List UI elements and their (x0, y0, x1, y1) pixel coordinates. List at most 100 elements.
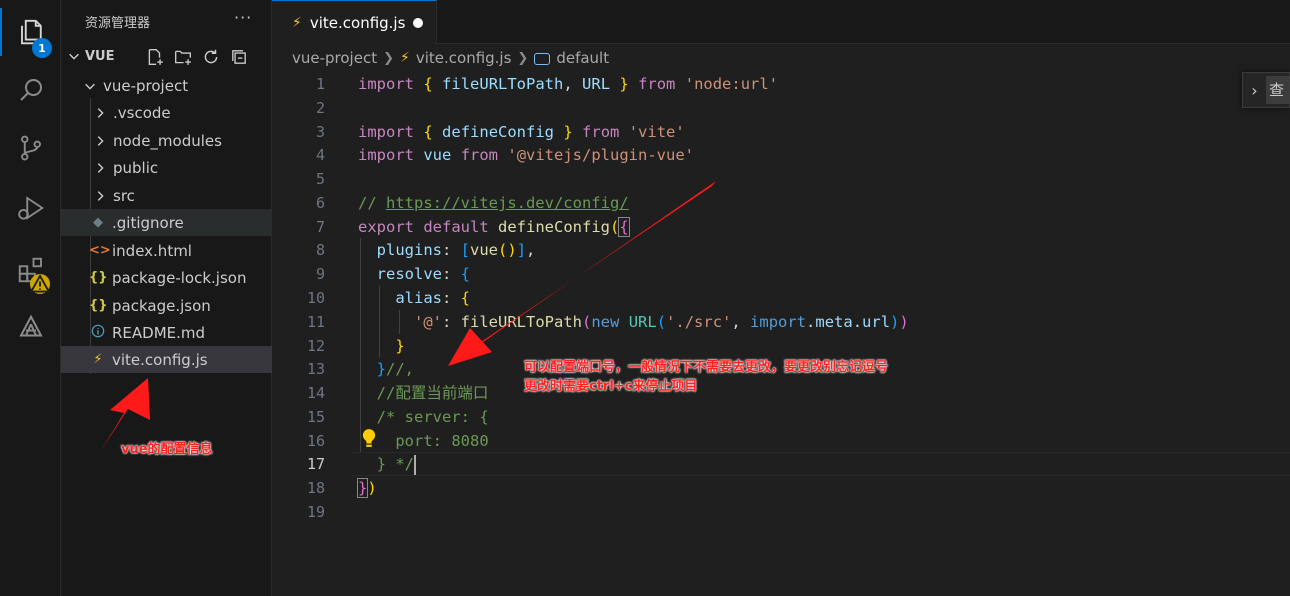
code-line-3: import { defineConfig } from 'vite' (358, 123, 685, 141)
code-line-4: import vue from '@vitejs/plugin-vue' (358, 146, 694, 164)
annotation-editor-note-2: 更改时需要ctrl+c来停止项目 (524, 379, 698, 394)
source-control-icon[interactable] (0, 124, 61, 172)
breadcrumb-symbol[interactable]: default (556, 49, 609, 67)
chevron-right-icon (97, 135, 104, 146)
line-number: 18 (306, 479, 325, 497)
code-line-18: }) (356, 478, 377, 498)
tree-item-readme[interactable]: README.md (61, 319, 272, 346)
code-line-15: /* server: { (376, 408, 489, 426)
code-line-1: import { fileURLToPath, URL } from 'node… (358, 75, 779, 93)
vite-file-icon: ⚡ (93, 352, 103, 367)
warning-icon (30, 273, 50, 294)
extensions-icon[interactable] (0, 246, 61, 294)
gitignore-file-icon: ◆ (93, 215, 103, 230)
line-number: 6 (315, 194, 325, 212)
code-line-7: export default defineConfig({ (358, 217, 630, 237)
tree-item-label: .vscode (113, 103, 171, 122)
line-number: 1 (315, 75, 325, 93)
code-line-11: '@': fileURLToPath(new URL('./src', impo… (414, 313, 909, 331)
tree-item-label: vue-project (103, 76, 189, 95)
line-number: 19 (306, 503, 325, 521)
tree-item-label: README.md (112, 323, 206, 342)
find-widget[interactable]: › 查 (1242, 72, 1290, 108)
annotation-editor-note-1: 可以配置端口号，一般情况下不需要去更改，要更改别忘记逗号 (524, 360, 889, 375)
line-number: 8 (315, 241, 325, 259)
tree-item-package-json[interactable]: {} package.json (61, 292, 272, 319)
tree-item-vite-config-js[interactable]: ⚡ vite.config.js (61, 346, 272, 373)
tab-vite-config-js[interactable]: ⚡ vite.config.js (272, 0, 437, 44)
current-line-highlight (352, 452, 1290, 476)
tree-item-package-lock-json[interactable]: {} package-lock.json (61, 264, 272, 291)
tree-item-src[interactable]: src (61, 182, 272, 209)
vite-file-icon: ⚡ (292, 14, 302, 31)
tree-item-index-html[interactable]: <> index.html (61, 237, 272, 264)
tree-item-label: .gitignore (112, 213, 184, 232)
unsaved-dot-icon[interactable] (413, 18, 423, 28)
tree-item-gitignore[interactable]: ◆ .gitignore (61, 209, 272, 236)
new-folder-icon[interactable] (173, 47, 193, 67)
breadcrumb-folder[interactable]: vue-project (292, 49, 377, 67)
tree-item-node-modules[interactable]: node_modules (61, 127, 272, 154)
line-number: 4 (315, 146, 325, 164)
line-number: 14 (306, 384, 325, 402)
line-number: 12 (306, 337, 325, 355)
vite-file-icon: ⚡ (400, 50, 410, 66)
code-line-16: port: 8080 (395, 432, 489, 450)
explorer-icon[interactable]: 1 (0, 8, 61, 58)
sidebar-title: 资源管理器 (85, 16, 151, 31)
code-line-12: } (395, 337, 405, 355)
tree-item-vue-project[interactable]: vue-project (61, 72, 272, 99)
tree-item-label: public (113, 158, 159, 177)
remote-explorer-icon[interactable] (0, 304, 61, 352)
tab-label: vite.config.js (309, 13, 406, 32)
code-line-14: //配置当前端口 (376, 384, 489, 402)
editor-tab-bar: ⚡ vite.config.js (272, 0, 1290, 44)
code-line-13: }//, (376, 360, 415, 378)
line-number: 10 (306, 289, 325, 307)
new-file-icon[interactable] (145, 47, 165, 67)
chevron-down-icon (69, 53, 79, 60)
line-number: 9 (315, 265, 325, 283)
line-number: 11 (306, 313, 325, 331)
chevron-down-icon (85, 83, 95, 90)
text-cursor (414, 454, 416, 475)
refresh-icon[interactable] (201, 47, 221, 67)
line-number: 13 (306, 360, 325, 378)
chevron-right-icon[interactable]: › (1243, 81, 1266, 100)
tree-item-label: package.json (112, 296, 211, 315)
html-file-icon: <> (89, 243, 111, 258)
code-line-6: // https://vitejs.dev/config/ (358, 194, 629, 212)
line-number: 3 (315, 123, 325, 141)
explorer-sidebar: 资源管理器 ··· VUE vue-project .vscode node_m… (61, 0, 272, 596)
explorer-badge: 1 (32, 38, 52, 58)
json-file-icon: {} (89, 270, 108, 285)
more-actions-icon[interactable]: ··· (234, 8, 252, 27)
workspace-label: VUE (85, 49, 115, 64)
activity-bar: 1 (0, 0, 61, 596)
json-file-icon: {} (89, 298, 108, 313)
tree-item-public[interactable]: public (61, 154, 272, 181)
collapse-all-icon[interactable] (229, 47, 249, 67)
line-number: 5 (315, 170, 325, 188)
line-number: 2 (315, 99, 325, 117)
code-line-17: } */ (376, 454, 416, 475)
chevron-right-icon (97, 162, 104, 173)
breadcrumb: vue-project ❯ ⚡ vite.config.js ❯ default (272, 44, 1290, 72)
symbol-variable-icon (534, 53, 551, 65)
tree-item-label: index.html (112, 241, 192, 260)
code-line-8: plugins: [vue()], (376, 241, 536, 259)
tree-item-label: node_modules (113, 131, 222, 150)
find-input[interactable]: 查 (1265, 76, 1289, 104)
chevron-right-icon (97, 107, 104, 118)
run-debug-icon[interactable] (0, 184, 61, 232)
code-editor[interactable]: 1 2 3 4 5 6 7 8 9 10 11 12 13 14 15 16 1… (272, 72, 1290, 596)
search-icon[interactable] (0, 66, 61, 114)
line-number: 16 (306, 432, 325, 450)
tree-item-vscode[interactable]: .vscode (61, 99, 272, 126)
chevron-right-icon: ❯ (517, 50, 529, 66)
breadcrumb-file[interactable]: vite.config.js (416, 49, 512, 67)
line-number-active: 17 (306, 455, 325, 473)
tree-item-label: src (113, 186, 135, 205)
tree-item-label: vite.config.js (112, 350, 208, 369)
workspace-section-header[interactable]: VUE (61, 44, 272, 70)
